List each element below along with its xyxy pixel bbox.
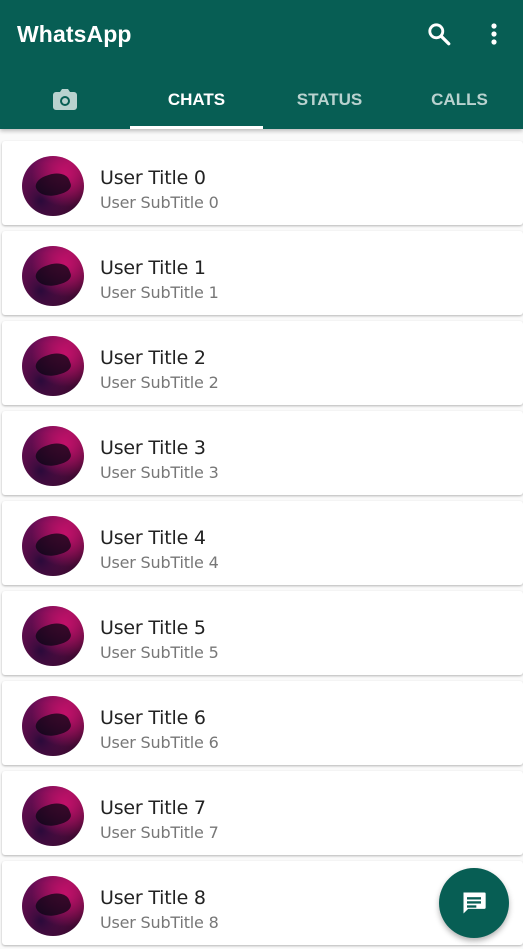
tab-calls[interactable]: CALLS (396, 70, 523, 129)
chat-subtitle: User SubTitle 7 (100, 823, 219, 842)
chat-list-item[interactable]: User Title 6 User SubTitle 6 (2, 681, 523, 765)
chat-subtitle: User SubTitle 2 (100, 373, 219, 392)
tab-bar: CHATS STATUS CALLS (0, 70, 523, 129)
chat-title: User Title 0 (100, 167, 206, 189)
chat-subtitle: User SubTitle 3 (100, 463, 219, 482)
search-icon (428, 23, 451, 46)
chat-title: User Title 4 (100, 527, 206, 549)
chat-subtitle: User SubTitle 4 (100, 553, 219, 572)
chat-subtitle: User SubTitle 1 (100, 283, 219, 302)
selected-tab-indicator (130, 126, 263, 129)
avatar (22, 336, 84, 396)
chat-list-item[interactable]: User Title 1 User SubTitle 1 (2, 231, 523, 315)
camera-icon (53, 88, 77, 110)
chat-list-item[interactable]: User Title 2 User SubTitle 2 (2, 321, 523, 405)
avatar (22, 606, 84, 666)
chat-subtitle: User SubTitle 8 (100, 913, 219, 932)
message-icon (463, 892, 486, 914)
avatar (22, 876, 84, 936)
chat-list-item[interactable]: User Title 4 User SubTitle 4 (2, 501, 523, 585)
avatar (22, 516, 84, 576)
chat-title: User Title 3 (100, 437, 206, 459)
avatar (22, 156, 84, 216)
chat-title: User Title 6 (100, 707, 206, 729)
chat-subtitle: User SubTitle 0 (100, 193, 219, 212)
avatar (22, 246, 84, 306)
avatar (22, 696, 84, 756)
chat-list-item[interactable]: User Title 3 User SubTitle 3 (2, 411, 523, 495)
chat-title: User Title 2 (100, 347, 206, 369)
chat-list-item[interactable]: User Title 0 User SubTitle 0 (2, 141, 523, 225)
chat-title: User Title 7 (100, 797, 206, 819)
app-bar: WhatsApp CHATS STATUS CALLS (0, 0, 523, 129)
search-button[interactable] (423, 18, 455, 50)
chat-title: User Title 8 (100, 887, 206, 909)
new-chat-button[interactable] (439, 868, 509, 938)
chat-list-item[interactable]: User Title 5 User SubTitle 5 (2, 591, 523, 675)
chat-title: User Title 5 (100, 617, 206, 639)
more-vertical-icon (491, 23, 497, 45)
avatar (22, 426, 84, 486)
tab-status[interactable]: STATUS (263, 70, 396, 129)
avatar (22, 786, 84, 846)
app-title: WhatsApp (17, 21, 132, 47)
chat-list-item[interactable]: User Title 7 User SubTitle 7 (2, 771, 523, 855)
chat-subtitle: User SubTitle 6 (100, 733, 219, 752)
tab-chats[interactable]: CHATS (130, 70, 263, 129)
chat-subtitle: User SubTitle 5 (100, 643, 219, 662)
tab-camera[interactable] (0, 70, 130, 129)
more-options-button[interactable] (478, 18, 510, 50)
chat-title: User Title 1 (100, 257, 206, 279)
